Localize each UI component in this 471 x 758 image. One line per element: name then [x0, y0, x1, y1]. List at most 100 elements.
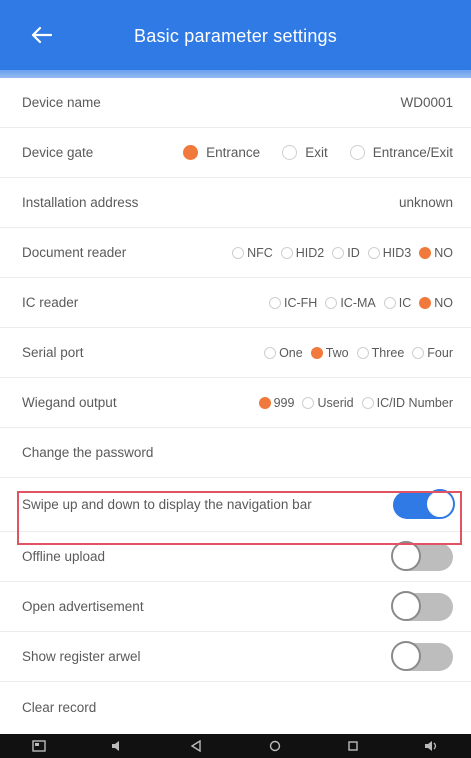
wiegand-output-options: 999 Userid IC/ID Number — [251, 396, 453, 410]
radio-unselected-icon — [367, 246, 380, 259]
gate-option-entrance[interactable]: Entrance — [183, 145, 260, 160]
option-label: One — [279, 345, 303, 360]
option-label: Entrance — [206, 145, 261, 160]
option-label: NO — [434, 245, 453, 260]
option-label: HID2 — [295, 245, 325, 260]
offline-upload-label: Offline upload — [22, 549, 106, 564]
option-label: Entrance/Exit — [372, 145, 453, 160]
radio-unselected-icon — [302, 396, 315, 409]
serial-option-four[interactable]: Four — [412, 346, 453, 360]
doc-option-id[interactable]: ID — [332, 246, 360, 260]
offline-upload-toggle[interactable] — [391, 540, 453, 571]
settings-list: Device name WD0001 Device gate Entrance … — [0, 78, 471, 732]
radio-unselected-icon — [264, 346, 277, 359]
document-reader-label: Document reader — [22, 245, 127, 260]
serial-port-row: Serial port One Two Three Four — [0, 328, 471, 378]
radio-selected-icon — [183, 145, 199, 160]
radio-unselected-icon — [282, 145, 298, 160]
radio-unselected-icon — [280, 246, 293, 259]
doc-option-no[interactable]: NO — [419, 246, 453, 260]
radio-unselected-icon — [232, 246, 245, 259]
serial-port-label: Serial port — [22, 345, 84, 360]
gate-option-exit[interactable]: Exit — [282, 145, 328, 160]
recents-icon[interactable] — [345, 738, 361, 754]
change-password-label: Change the password — [22, 445, 154, 460]
header-shadow — [0, 70, 471, 78]
option-label: NO — [434, 295, 453, 310]
clear-record-row[interactable]: Clear record — [0, 682, 471, 732]
serial-port-options: One Two Three Four — [256, 346, 453, 360]
radio-selected-icon — [258, 396, 271, 409]
device-name-label: Device name — [22, 95, 101, 110]
toggle-knob — [391, 590, 421, 621]
gate-option-entrance-exit[interactable]: Entrance/Exit — [349, 145, 453, 160]
show-register-row: Show register arwel — [0, 632, 471, 682]
screenshot-icon[interactable] — [31, 738, 47, 754]
open-advertisement-toggle[interactable] — [391, 590, 453, 621]
radio-selected-icon — [419, 246, 432, 259]
document-reader-row: Document reader NFC HID2 ID HID3 NO — [0, 228, 471, 278]
serial-option-three[interactable]: Three — [356, 345, 405, 360]
highlight-box — [17, 491, 462, 545]
change-password-row[interactable]: Change the password — [0, 428, 471, 478]
doc-option-hid3[interactable]: HID3 — [367, 246, 411, 260]
system-navigation-bar — [0, 734, 471, 758]
option-label: IC-MA — [340, 295, 376, 310]
option-label: 999 — [273, 395, 295, 410]
serial-option-one[interactable]: One — [264, 346, 303, 360]
toggle-knob — [391, 540, 421, 571]
ic-reader-options: IC-FH IC-MA IC NO — [261, 296, 453, 310]
option-label: ID — [347, 245, 360, 260]
wiegand-option-999[interactable]: 999 — [258, 395, 295, 410]
option-label: IC-FH — [284, 295, 318, 310]
option-label: Two — [325, 345, 349, 360]
show-register-label: Show register arwel — [22, 649, 141, 664]
volume-down-icon[interactable] — [110, 738, 126, 754]
volume-up-icon[interactable] — [424, 738, 440, 754]
radio-unselected-icon — [412, 346, 425, 359]
radio-unselected-icon — [332, 246, 345, 259]
wiegand-output-label: Wiegand output — [22, 395, 117, 410]
ic-reader-label: IC reader — [22, 295, 79, 310]
ic-option-fh[interactable]: IC-FH — [269, 296, 317, 310]
radio-unselected-icon — [349, 145, 365, 160]
back-icon[interactable] — [188, 738, 204, 754]
serial-option-two[interactable]: Two — [310, 345, 349, 360]
ic-option-no[interactable]: NO — [419, 296, 453, 310]
option-label: Three — [371, 345, 405, 360]
wiegand-option-userid[interactable]: Userid — [302, 395, 354, 410]
doc-option-hid2[interactable]: HID2 — [280, 245, 325, 260]
option-label: IC/ID Number — [376, 395, 453, 410]
radio-selected-icon — [419, 296, 432, 309]
open-advertisement-label: Open advertisement — [22, 599, 144, 614]
toggle-knob — [391, 640, 421, 671]
wiegand-option-ic-id-number[interactable]: IC/ID Number — [361, 395, 453, 410]
doc-option-nfc[interactable]: NFC — [232, 246, 273, 260]
device-gate-label: Device gate — [22, 145, 94, 160]
ic-reader-row: IC reader IC-FH IC-MA IC NO — [0, 278, 471, 328]
radio-unselected-icon — [356, 346, 369, 359]
radio-unselected-icon — [361, 396, 374, 409]
installation-address-value: unknown — [398, 195, 453, 210]
option-label: Userid — [317, 395, 354, 410]
ic-option-ma[interactable]: IC-MA — [325, 295, 376, 310]
installation-address-row[interactable]: Installation address unknown — [0, 178, 471, 228]
ic-option-ic[interactable]: IC — [383, 295, 412, 310]
clear-record-label: Clear record — [22, 699, 97, 715]
wiegand-output-row: Wiegand output 999 Userid IC/ID Number — [0, 378, 471, 428]
option-label: Exit — [305, 145, 328, 160]
document-reader-options: NFC HID2 ID HID3 NO — [224, 246, 453, 260]
option-label: IC — [398, 295, 412, 310]
option-label: NFC — [247, 245, 273, 260]
show-register-toggle[interactable] — [391, 640, 453, 671]
device-gate-row: Device gate Entrance Exit Entrance/Exit — [0, 128, 471, 178]
device-gate-options: Entrance Exit Entrance/Exit — [161, 145, 453, 160]
device-name-row[interactable]: Device name WD0001 — [0, 78, 471, 128]
radio-unselected-icon — [269, 296, 281, 309]
radio-unselected-icon — [383, 296, 396, 309]
radio-selected-icon — [310, 346, 323, 359]
home-icon[interactable] — [267, 738, 283, 754]
radio-unselected-icon — [325, 296, 338, 309]
installation-address-label: Installation address — [22, 195, 139, 210]
device-name-value: WD0001 — [400, 95, 453, 110]
